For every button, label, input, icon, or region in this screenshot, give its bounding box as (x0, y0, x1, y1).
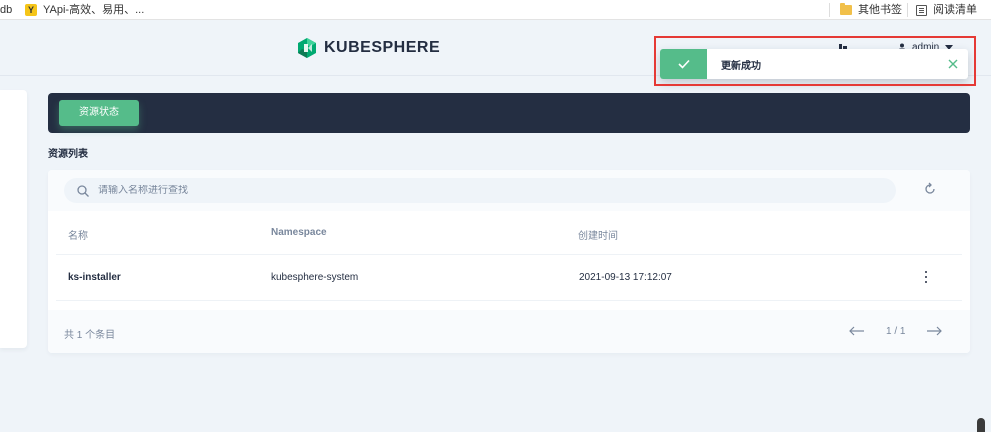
total-count: 共 1 个条目 (64, 330, 116, 341)
column-header-name[interactable]: 名称 (68, 227, 88, 242)
next-page-icon[interactable] (925, 324, 943, 338)
search-bar[interactable] (64, 178, 896, 203)
reading-list[interactable]: 阅读清单 (916, 0, 977, 20)
side-panel (0, 90, 27, 348)
tab-resource-status[interactable]: 资源状态 (59, 100, 139, 126)
pagination: 1 / 1 (848, 324, 943, 338)
table-toolbar (48, 170, 970, 211)
table-row[interactable] (56, 254, 962, 301)
previous-page-icon[interactable] (848, 324, 866, 338)
bookmarks-divider (829, 3, 830, 17)
bookmark-yapi[interactable]: Y YApi-高效、易用、... (25, 0, 144, 20)
column-header-created[interactable]: 创建时间 (578, 227, 618, 242)
resource-created-time: 2021-09-13 17:12:07 (579, 272, 672, 283)
highlight-box (654, 36, 976, 86)
other-bookmarks-folder[interactable]: 其他书签 (840, 0, 902, 20)
other-bookmarks-label: 其他书签 (858, 4, 902, 16)
table-footer: 共 1 个条目 1 / 1 (48, 310, 970, 353)
scrollbar-thumb[interactable] (977, 418, 985, 432)
logo-text: KUBESPHERE (324, 39, 441, 56)
page-banner: 资源状态 (48, 93, 970, 133)
resource-namespace: kubesphere-system (271, 272, 359, 283)
page-indicator: 1 / 1 (886, 325, 906, 337)
reading-list-label: 阅读清单 (933, 4, 977, 16)
more-actions-icon[interactable] (922, 270, 930, 284)
bookmark-label: YApi-高效、易用、... (43, 4, 145, 16)
reading-list-icon (916, 4, 927, 16)
kubesphere-logo[interactable]: KUBESPHERE (296, 37, 440, 59)
folder-icon (840, 3, 852, 15)
column-header-namespace[interactable]: Namespace (271, 227, 327, 238)
section-title: 资源列表 (48, 149, 88, 160)
search-icon (77, 184, 89, 197)
kubesphere-logo-icon (298, 38, 316, 58)
bookmark-label: db (0, 4, 13, 16)
bookmarks-divider (907, 3, 908, 17)
bookmarks-bar: db Y YApi-高效、易用、... 其他书签 阅读清单 (0, 0, 991, 20)
resource-name[interactable]: ks-installer (68, 272, 121, 283)
search-input[interactable] (98, 185, 858, 196)
bookmark-db[interactable]: db (0, 0, 12, 20)
yapi-icon: Y (25, 4, 37, 16)
refresh-icon[interactable] (922, 181, 938, 197)
resource-table-card: 名称 Namespace 创建时间 ks-installer kubespher… (48, 170, 970, 353)
